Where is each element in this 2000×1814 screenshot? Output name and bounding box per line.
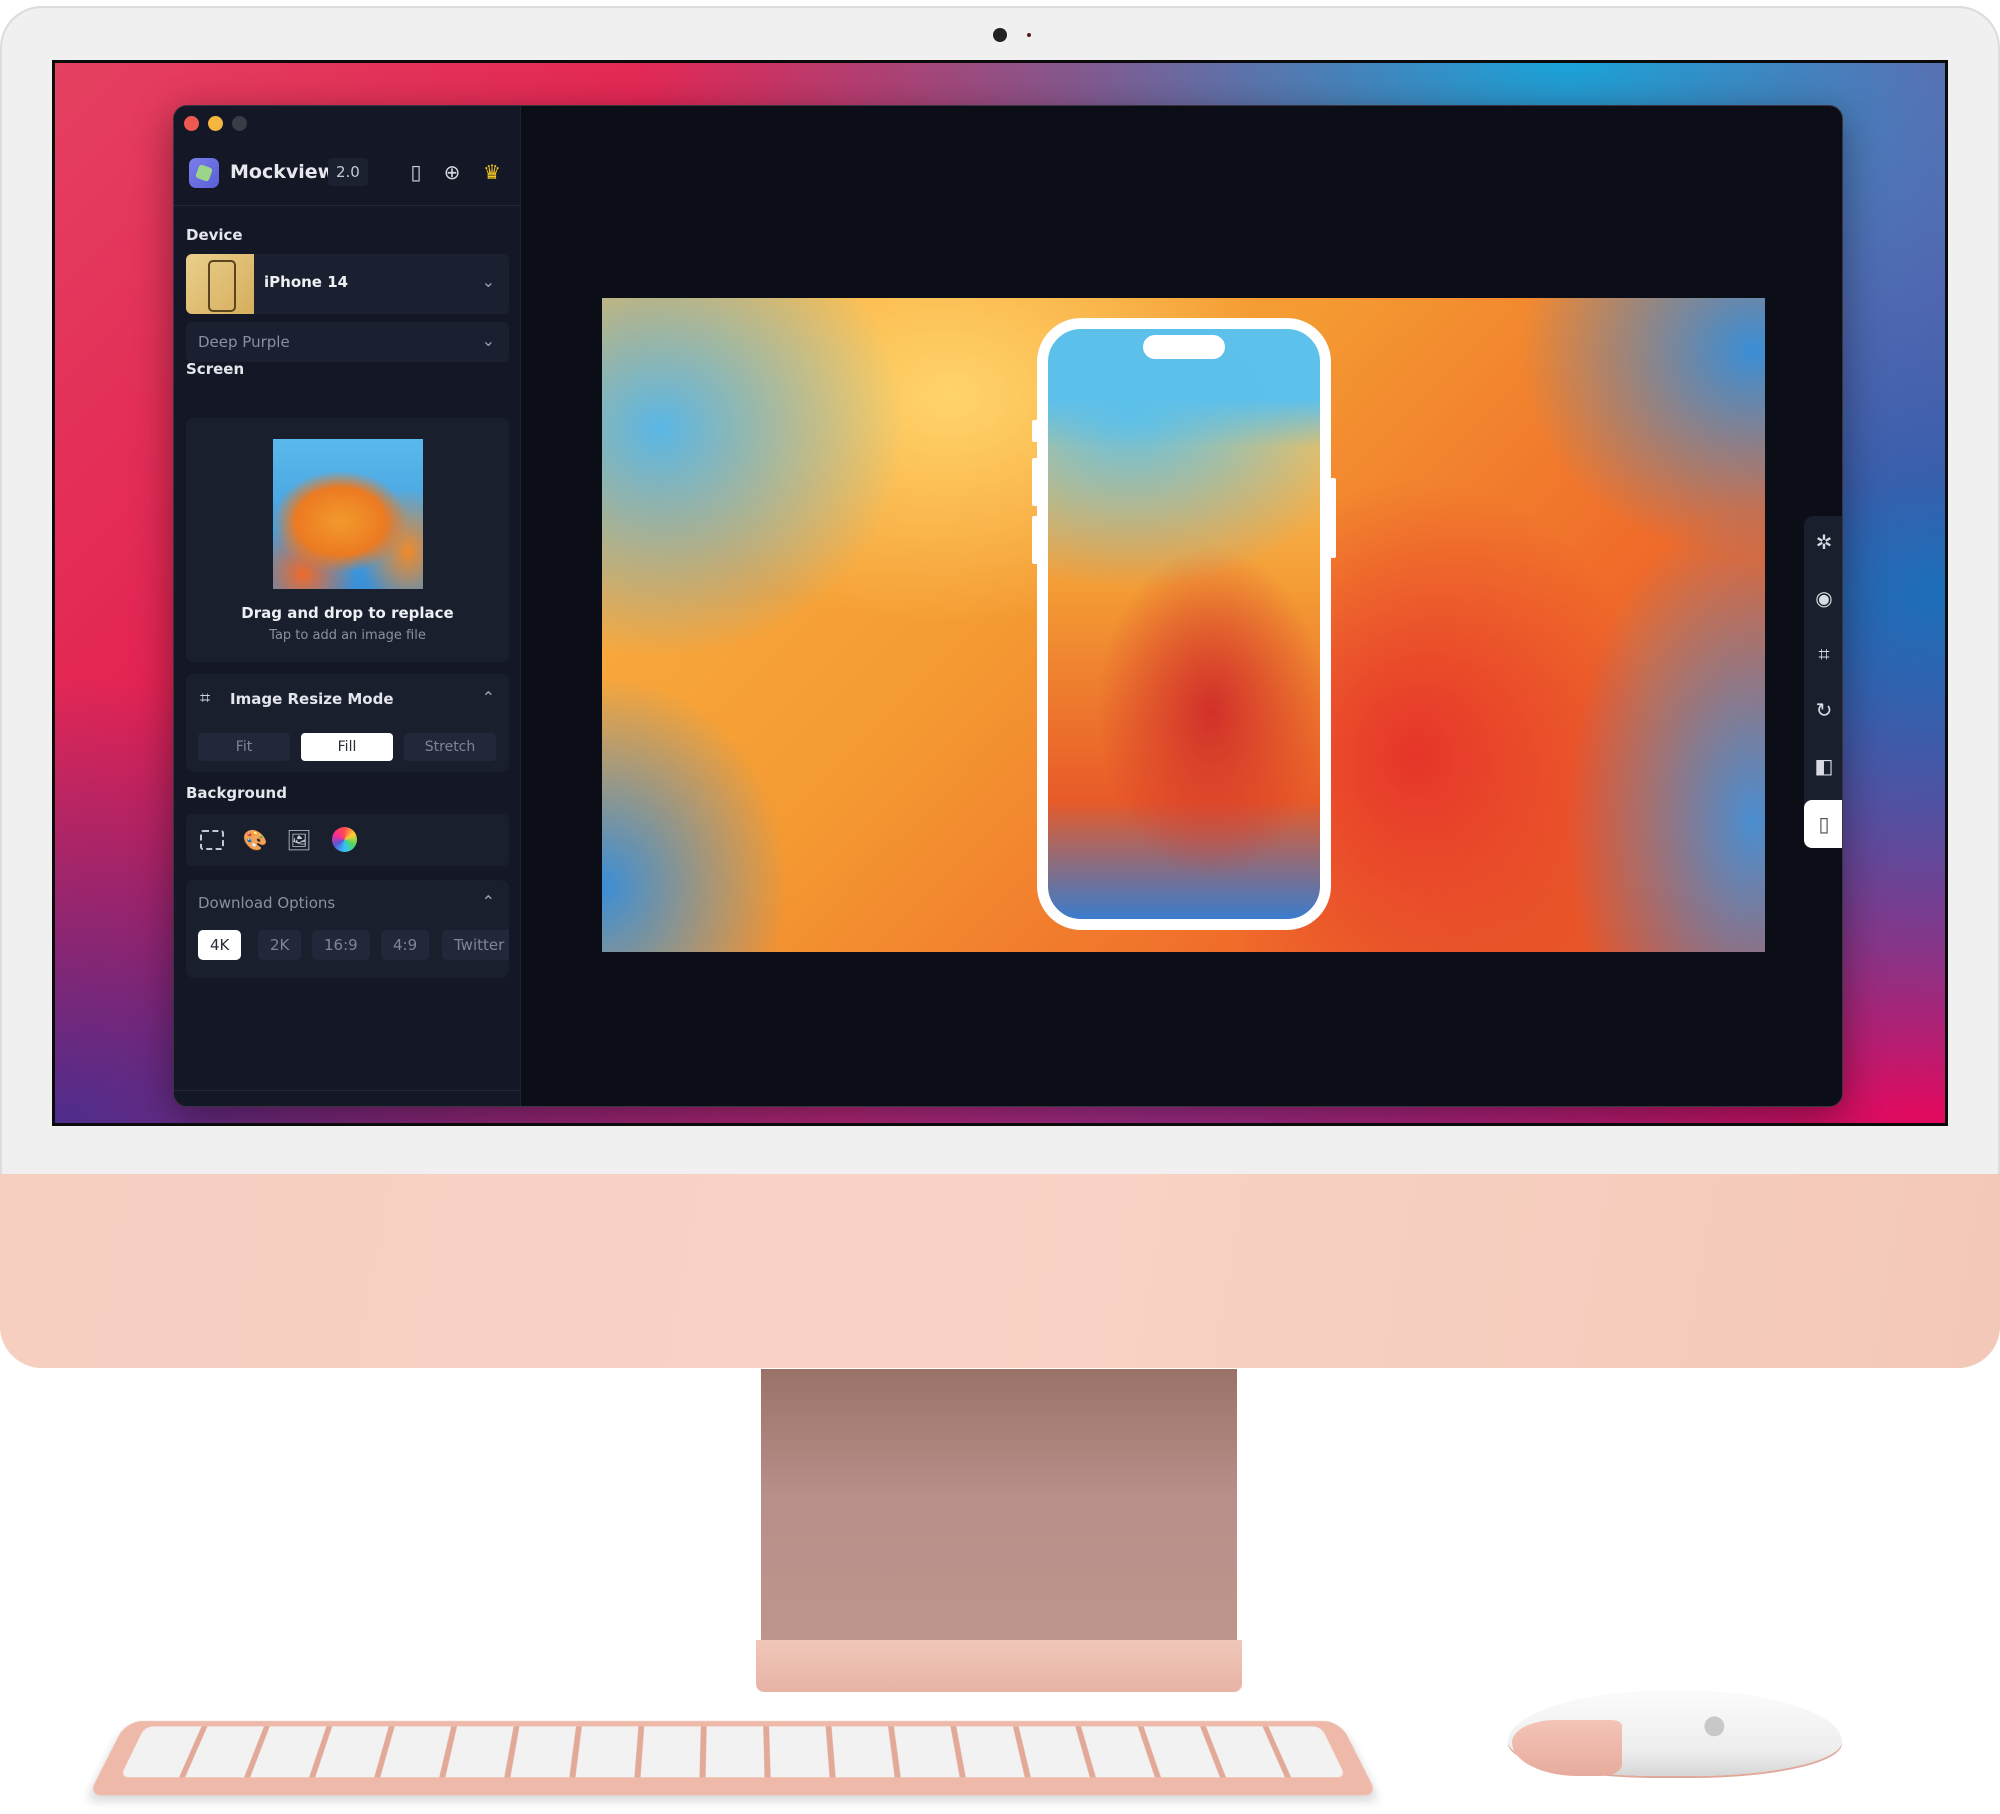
right-toolbar: ✲ ◉ ⌗ ↻ ◧ ▯ <box>1804 516 1842 848</box>
rotate-icon[interactable]: ↻ <box>1804 690 1842 730</box>
crop-icon[interactable]: ⌗ <box>1804 634 1842 674</box>
chevron-down-icon: ⌄ <box>481 272 495 291</box>
dropzone-subtitle: Tap to add an image file <box>269 628 426 643</box>
app-window: Mockview 2.0 ▯ ⊕ ♛ Device iPhone 14 ⌄ De… <box>173 105 1843 1107</box>
imac-chin <box>0 1174 2000 1368</box>
camera-indicator <box>1027 33 1031 37</box>
download-mockup-button[interactable]: Download Mockup <box>186 1106 509 1107</box>
device-color-dropdown[interactable]: Deep Purple ⌄ <box>186 322 509 362</box>
maximize-window-button[interactable] <box>232 116 247 131</box>
download-option-16-9[interactable]: 16:9 <box>312 930 370 960</box>
app-header: Mockview 2.0 ▯ ⊕ ♛ <box>174 156 521 206</box>
sidebar: Mockview 2.0 ▯ ⊕ ♛ Device iPhone 14 ⌄ De… <box>174 106 521 1106</box>
device-color-value: Deep Purple <box>198 333 290 351</box>
color-wheel-icon[interactable] <box>332 827 357 852</box>
device-settings-icon[interactable]: ▯ <box>404 160 428 184</box>
imac-bezel: Mockview 2.0 ▯ ⊕ ♛ Device iPhone 14 ⌄ De… <box>0 6 2000 1368</box>
image-icon[interactable]: 🖼 <box>286 828 312 852</box>
device-model-value: iPhone 14 <box>264 273 349 291</box>
phone-mockup <box>1037 318 1331 930</box>
phone-volume-down <box>1032 516 1038 564</box>
resize-mode-title: Image Resize Mode <box>230 690 394 708</box>
transparent-icon[interactable] <box>200 830 224 850</box>
app-logo <box>189 158 219 188</box>
mockup-canvas[interactable] <box>602 298 1765 952</box>
display-screen: Mockview 2.0 ▯ ⊕ ♛ Device iPhone 14 ⌄ De… <box>52 60 1948 1126</box>
device-thumbnail <box>186 254 254 314</box>
imac-stand-foot <box>756 1640 1242 1692</box>
divider <box>174 1090 521 1091</box>
keyboard-keys <box>120 1726 1346 1778</box>
mouse-side <box>1512 1720 1622 1776</box>
chevron-up-icon[interactable]: ⌃ <box>482 892 495 911</box>
crown-icon[interactable]: ♛ <box>480 160 504 184</box>
resize-fill-button[interactable]: Fill <box>301 733 393 761</box>
device-section-label: Device <box>186 226 243 244</box>
download-option-twitter[interactable]: Twitter <box>442 930 509 960</box>
chevron-up-icon[interactable]: ⌃ <box>482 688 495 707</box>
version-badge: 2.0 <box>328 158 368 186</box>
target-icon[interactable]: ⊕ <box>440 160 464 184</box>
dynamic-island <box>1143 335 1225 359</box>
camera <box>993 28 1007 42</box>
keyboard <box>88 1720 1378 1796</box>
image-resize-mode-panel: ⌗ Image Resize Mode ⌃ Fit Fill Stretch <box>186 674 509 772</box>
app-name: Mockview <box>230 161 336 183</box>
chevron-down-icon: ⌄ <box>481 331 495 350</box>
download-option-4k[interactable]: 4K <box>198 930 242 960</box>
screen-image-thumbnail <box>273 439 423 589</box>
phone-volume-up <box>1032 458 1038 506</box>
background-section-label: Background <box>186 784 287 802</box>
resize-fit-button[interactable]: Fit <box>198 733 290 761</box>
device-model-dropdown[interactable]: iPhone 14 ⌄ <box>186 254 509 314</box>
crop-icon: ⌗ <box>200 688 211 709</box>
resize-stretch-button[interactable]: Stretch <box>404 733 496 761</box>
screen-section-label: Screen <box>186 360 245 378</box>
phone-side-button <box>1032 420 1038 442</box>
magic-mouse: ● <box>1508 1690 1842 1792</box>
phone-power-button <box>1330 478 1336 558</box>
magic-icon[interactable]: ✲ <box>1804 522 1842 562</box>
download-option-4-9[interactable]: 4:9 <box>381 930 430 960</box>
dropzone-title: Drag and drop to replace <box>241 604 454 622</box>
contrast-icon[interactable]: ◧ <box>1804 746 1842 786</box>
download-options-panel: Download Options ⌃ 4K 2K 16:9 4:9 Twitte… <box>186 880 509 978</box>
phone-icon[interactable]: ▯ <box>1804 800 1842 848</box>
palette-icon[interactable]: 🎨 <box>242 828 268 852</box>
close-window-button[interactable] <box>184 116 199 131</box>
download-options-title: Download Options <box>198 894 336 912</box>
background-options: 🎨 🖼 <box>186 814 509 866</box>
apple-logo-icon: ● <box>1703 1710 1726 1740</box>
screenshot-icon[interactable]: ◉ <box>1804 578 1842 618</box>
minimize-window-button[interactable] <box>208 116 223 131</box>
screen-image-dropzone[interactable]: Drag and drop to replace Tap to add an i… <box>186 418 509 662</box>
download-option-2k[interactable]: 2K <box>258 930 302 960</box>
